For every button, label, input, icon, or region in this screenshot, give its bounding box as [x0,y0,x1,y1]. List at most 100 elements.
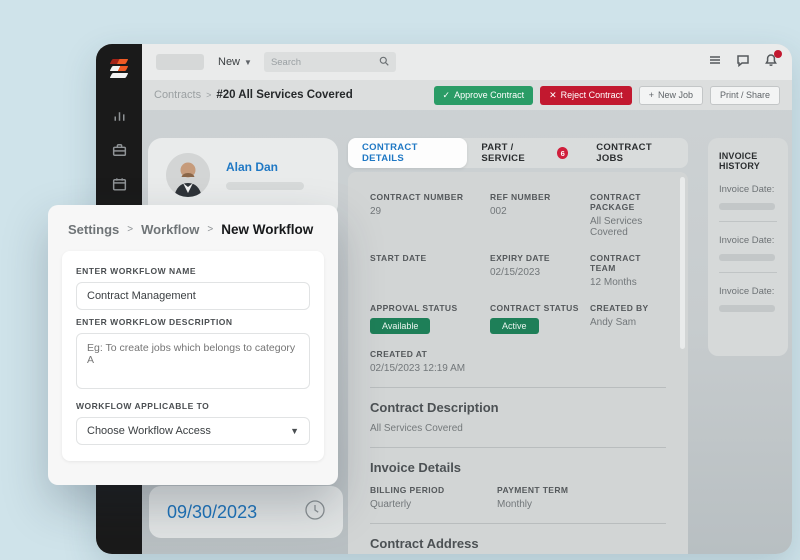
contract-package-label: CONTRACT PACKAGE [590,192,666,212]
workflow-access-value: Choose Workflow Access [87,425,211,437]
invoice-history-item: Invoice Date: [719,286,777,312]
check-icon: ✓ [443,90,451,101]
field-contract-status: CONTRACT STATUS Active [490,303,590,334]
field-approval-status: APPROVAL STATUS Available [370,303,490,334]
divider [719,272,777,273]
approve-contract-label: Approve Contract [454,90,524,100]
invoice-history-item: Invoice Date: [719,235,777,273]
billing-period-value: Quarterly [370,499,497,510]
contract-description-title: Contract Description [370,400,666,415]
analytics-icon[interactable] [111,108,128,125]
breadcrumb-separator: > [207,224,213,235]
reject-contract-label: Reject Contract [561,90,623,100]
plus-icon: + [649,90,654,100]
page-title: #20 All Services Covered [216,89,352,101]
field-contract-team: CONTRACT TEAM 12 Months [590,253,666,288]
field-expiry-date: EXPIRY DATE 02/15/2023 [490,253,590,288]
field-payment-term: PAYMENT TERM Monthly [497,485,666,510]
breadcrumb-settings[interactable]: Settings [68,222,119,237]
app-logo[interactable] [106,56,132,82]
chat-icon[interactable] [736,53,750,72]
invoice-history-item: Invoice Date: [719,184,777,222]
field-created-at: CREATED AT 02/15/2023 12:19 AM [370,349,490,374]
search-placeholder: Search [271,57,301,68]
date-picker-field[interactable]: 09/30/2023 [149,486,343,538]
tab-contract-details-label: CONTRACT DETAILS [362,142,453,164]
invoice-date-placeholder [719,305,775,312]
expiry-date-label: EXPIRY DATE [490,253,590,263]
created-by-value: Andy Sam [590,317,666,328]
section-divider [370,523,666,524]
calendar-icon[interactable] [111,176,128,193]
workflow-description-label: ENTER WORKFLOW DESCRIPTION [76,317,310,327]
billing-period-label: BILLING PERIOD [370,485,497,495]
tab-part-service[interactable]: PART / SERVICE 6 [467,138,582,168]
search-icon [379,53,389,71]
payment-term-label: PAYMENT TERM [497,485,666,495]
contract-description-value: All Services Covered [370,423,666,434]
menu-list-icon[interactable] [708,53,722,72]
contract-tabs: CONTRACT DETAILS PART / SERVICE 6 CONTRA… [348,138,688,168]
contract-team-value: 12 Months [590,277,666,288]
customer-name[interactable]: Alan Dan [226,160,278,174]
payment-term-value: Monthly [497,499,666,510]
workflow-form-card: ENTER WORKFLOW NAME ENTER WORKFLOW DESCR… [62,251,324,461]
breadcrumb-workflow[interactable]: Workflow [141,222,199,237]
start-date-value [370,267,490,278]
workflow-applicable-label: WORKFLOW APPLICABLE TO [76,401,310,411]
field-contract-number: CONTRACT NUMBER 29 [370,192,490,238]
new-job-button[interactable]: + New Job [639,86,703,105]
created-at-value: 02/15/2023 12:19 AM [370,363,490,374]
date-value: 09/30/2023 [167,502,257,523]
section-divider [370,447,666,448]
field-ref-number: REF NUMBER 002 [490,192,590,238]
approve-contract-button[interactable]: ✓ Approve Contract [434,86,534,105]
panel-scrollbar[interactable] [680,177,685,349]
invoice-history-title: INVOICE HISTORY [719,151,777,171]
field-contract-package: CONTRACT PACKAGE All Services Covered [590,192,666,238]
notification-badge [774,50,782,58]
chevron-down-icon: ▼ [244,58,252,67]
contract-details-panel: CONTRACT NUMBER 29 REF NUMBER 002 CONTRA… [348,172,688,554]
nav-placeholder [156,54,204,70]
contract-status-badge: Active [490,318,539,334]
ref-number-value: 002 [490,206,590,217]
field-created-by: CREATED BY Andy Sam [590,303,666,334]
start-date-label: START DATE [370,253,490,263]
clock-icon[interactable] [303,498,327,527]
chevron-down-icon: ▼ [290,426,299,436]
workflow-access-select[interactable]: Choose Workflow Access ▼ [76,417,310,445]
reject-contract-button[interactable]: ✕ Reject Contract [540,86,632,105]
modal-breadcrumb: Settings > Workflow > New Workflow [48,205,338,249]
page-header-bar: Contracts > #20 All Services Covered ✓ A… [142,80,792,110]
invoice-date-placeholder [719,203,775,210]
new-dropdown[interactable]: New ▼ [218,56,252,68]
contract-number-label: CONTRACT NUMBER [370,192,490,202]
contract-team-label: CONTRACT TEAM [590,253,666,273]
invoice-date-label: Invoice Date: [719,235,777,246]
created-by-label: CREATED BY [590,303,666,313]
breadcrumb-separator: > [127,224,133,235]
ref-number-label: REF NUMBER [490,192,590,202]
screen: New ▼ Search [0,0,800,560]
new-job-label: New Job [658,90,693,100]
invoice-history-panel: INVOICE HISTORY Invoice Date: Invoice Da… [708,138,788,356]
approval-status-badge: Available [370,318,430,334]
section-divider [370,387,666,388]
invoice-details-title: Invoice Details [370,460,666,475]
workflow-name-input[interactable] [76,282,310,310]
notifications-bell-icon[interactable] [764,53,778,72]
contract-address-title: Contract Address [370,536,666,551]
briefcase-icon[interactable] [111,142,128,159]
tab-contract-jobs[interactable]: CONTRACT JOBS [582,138,688,168]
breadcrumb-section[interactable]: Contracts [154,89,201,101]
customer-info-placeholder [226,182,304,190]
field-start-date: START DATE [370,253,490,288]
print-share-button[interactable]: Print / Share [710,86,780,105]
workflow-description-textarea[interactable] [76,333,310,389]
search-input[interactable]: Search [264,52,396,72]
invoice-date-placeholder [719,254,775,261]
tab-contract-details[interactable]: CONTRACT DETAILS [348,138,467,168]
new-workflow-modal: Settings > Workflow > New Workflow ENTER… [48,205,338,485]
top-navbar: New ▼ Search [142,44,792,80]
